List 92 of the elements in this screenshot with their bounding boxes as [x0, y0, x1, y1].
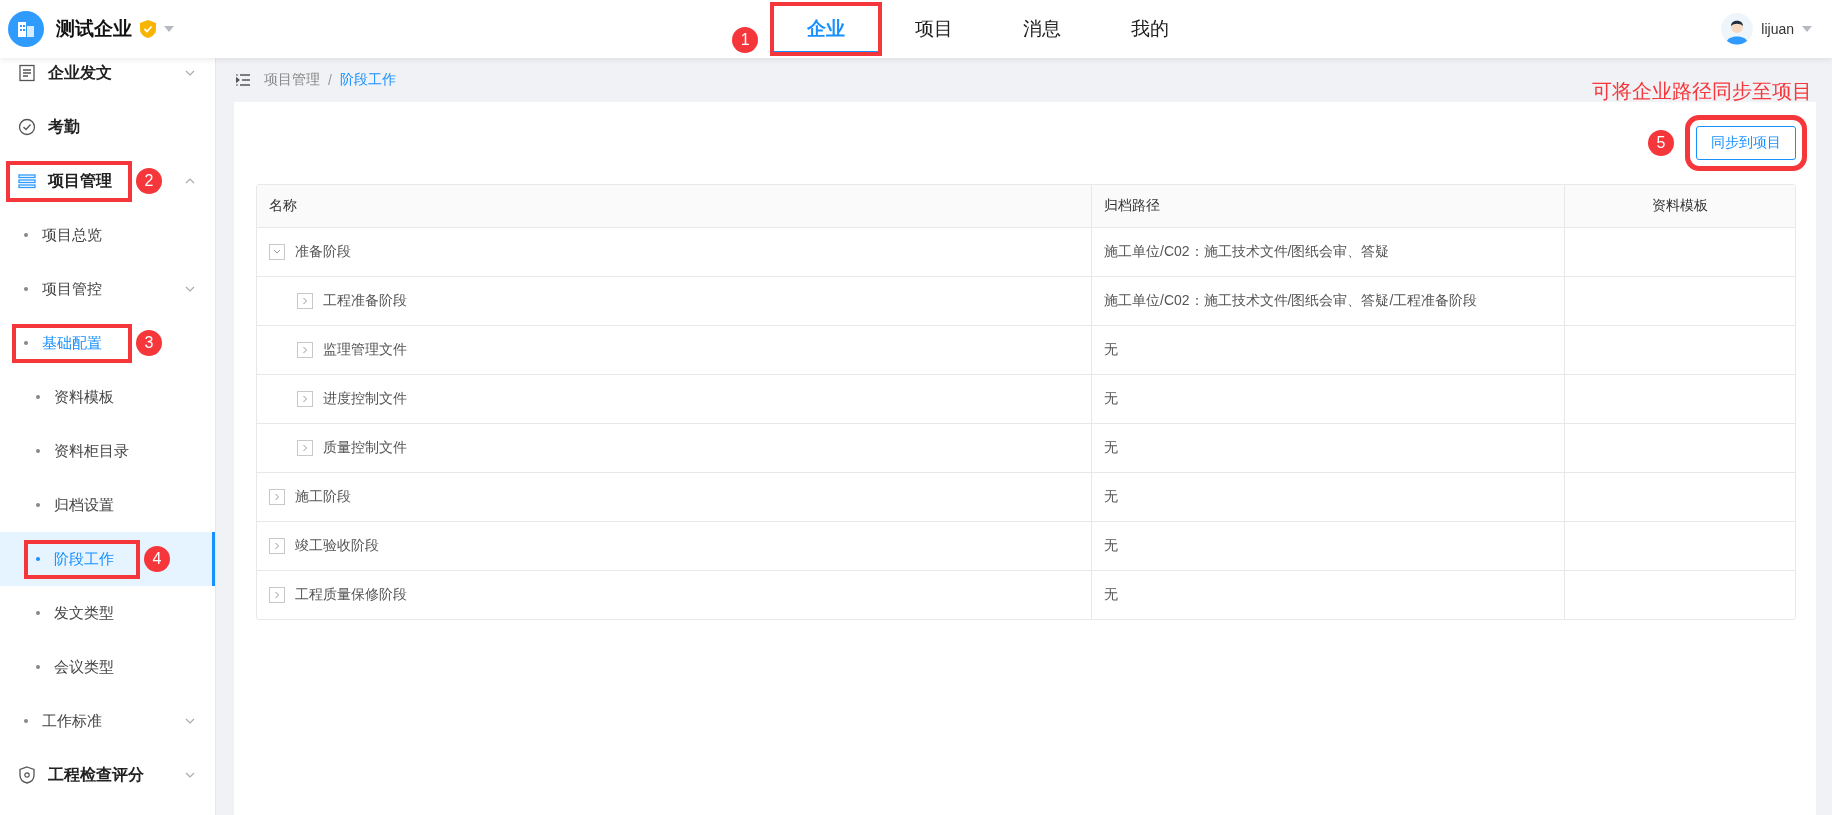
step-badge: 2 — [136, 168, 162, 194]
expand-toggle-icon[interactable] — [297, 342, 313, 358]
sidebar-label: 工程检查评分 — [48, 764, 144, 785]
bullet-dot-icon — [24, 719, 28, 723]
archive-path: 施工单位/C02：施工技术文件/图纸会审、答疑/工程准备阶段 — [1104, 292, 1478, 310]
step-badge: 1 — [732, 27, 759, 53]
sidebar-label: 资料模板 — [54, 387, 114, 407]
sidebar-label: 基础配置 — [42, 333, 102, 353]
expand-toggle-icon[interactable] — [269, 538, 285, 554]
check-circle-icon — [18, 118, 36, 136]
stage-name: 竣工验收阶段 — [295, 537, 379, 555]
annotation-note: 可将企业路径同步至项目 — [1592, 78, 1812, 104]
sidebar-item[interactable]: 基础配置 3 — [0, 316, 215, 370]
bullet-dot-icon — [36, 557, 40, 561]
bullet-dot-icon — [36, 665, 40, 669]
sidebar-label: 资料柜目录 — [54, 441, 129, 461]
bullet-dot-icon — [36, 395, 40, 399]
sidebar-label: 考勤 — [48, 116, 80, 137]
sidebar-label: 阶段工作 — [54, 549, 114, 569]
menu-fold-icon[interactable] — [236, 74, 250, 86]
sidebar-label: 企业发文 — [48, 62, 112, 83]
building-logo-icon — [8, 11, 44, 47]
expand-toggle-icon[interactable] — [297, 440, 313, 456]
collapse-toggle-icon[interactable] — [269, 244, 285, 260]
bullet-dot-icon — [36, 449, 40, 453]
sidebar-item[interactable]: 会议类型 — [0, 640, 215, 694]
shield-icon — [18, 766, 36, 784]
chevron-down-icon — [185, 718, 195, 724]
stage-name: 工程准备阶段 — [323, 292, 407, 310]
bullet-dot-icon — [36, 611, 40, 615]
breadcrumb-separator: / — [328, 72, 332, 88]
list-icon — [18, 172, 36, 190]
stage-name: 进度控制文件 — [323, 390, 407, 408]
chevron-up-icon — [185, 178, 195, 184]
archive-path: 无 — [1104, 439, 1118, 457]
company-name[interactable]: 测试企业 — [56, 16, 132, 42]
user-avatar-icon[interactable] — [1721, 13, 1754, 45]
sidebar-item[interactable]: 项目总览 — [0, 208, 215, 262]
sidebar-item[interactable]: 项目管理 2 — [0, 154, 215, 208]
chevron-down-icon — [185, 70, 195, 76]
expand-toggle-icon[interactable] — [297, 293, 313, 309]
sidebar-label: 归档设置 — [54, 495, 114, 515]
chevron-down-icon — [185, 286, 195, 292]
sidebar-item[interactable]: 资料模板 — [0, 370, 215, 424]
sidebar-item[interactable]: 考勤 — [0, 100, 215, 154]
step-badge: 5 — [1648, 130, 1674, 156]
expand-toggle-icon[interactable] — [269, 489, 285, 505]
stage-name: 工程质量保修阶段 — [295, 586, 407, 604]
archive-path: 无 — [1104, 537, 1118, 555]
document-icon — [18, 64, 36, 82]
stage-name: 施工阶段 — [295, 488, 351, 506]
sidebar-label: 工作标准 — [42, 711, 102, 731]
nav-tab[interactable]: 项目 — [880, 4, 989, 54]
bullet-dot-icon — [24, 287, 28, 291]
user-name[interactable]: lijuan — [1761, 21, 1794, 37]
archive-path: 无 — [1104, 390, 1118, 408]
column-header: 资料模板 — [1651, 196, 1709, 215]
sidebar-label: 项目管控 — [42, 279, 102, 299]
nav-tab[interactable]: 消息 — [988, 4, 1097, 54]
sidebar-item[interactable]: 企业发文 — [0, 58, 215, 100]
stage-name: 监理管理文件 — [323, 341, 407, 359]
sidebar-item[interactable]: 发文类型 — [0, 586, 215, 640]
nav-tab[interactable]: 我的 — [1096, 4, 1205, 54]
bullet-dot-icon — [24, 233, 28, 237]
expand-toggle-icon[interactable] — [269, 587, 285, 603]
stage-name: 准备阶段 — [295, 243, 351, 261]
caret-down-icon[interactable] — [1802, 26, 1812, 32]
sidebar-label: 发文类型 — [54, 603, 114, 623]
column-header: 名称 — [257, 185, 1092, 227]
sidebar-label: 会议类型 — [54, 657, 114, 677]
step-badge: 4 — [144, 546, 170, 572]
sidebar-item[interactable]: 项目管控 — [0, 262, 215, 316]
sidebar-item[interactable]: 阶段工作 4 — [0, 532, 215, 586]
archive-path: 无 — [1104, 488, 1118, 506]
column-header: 归档路径 — [1092, 185, 1565, 227]
archive-path: 施工单位/C02：施工技术文件/图纸会审、答疑 — [1104, 243, 1390, 261]
breadcrumb-item: 阶段工作 — [339, 71, 396, 89]
bullet-dot-icon — [24, 341, 28, 345]
archive-path: 无 — [1104, 341, 1118, 359]
sidebar-item[interactable]: 工程检查评分 — [0, 748, 215, 802]
expand-toggle-icon[interactable] — [297, 391, 313, 407]
caret-down-icon[interactable] — [164, 26, 174, 32]
sidebar-label: 项目总览 — [42, 225, 102, 245]
sidebar-item[interactable]: 资料柜目录 — [0, 424, 215, 478]
sidebar-label: 项目管理 — [48, 170, 112, 191]
chevron-down-icon — [185, 772, 195, 778]
archive-path: 无 — [1104, 586, 1118, 604]
sidebar-item[interactable]: 工作标准 — [0, 694, 215, 748]
sidebar-item[interactable]: 归档设置 — [0, 478, 215, 532]
bullet-dot-icon — [36, 503, 40, 507]
stage-name: 质量控制文件 — [323, 439, 407, 457]
step-badge: 3 — [136, 330, 162, 356]
